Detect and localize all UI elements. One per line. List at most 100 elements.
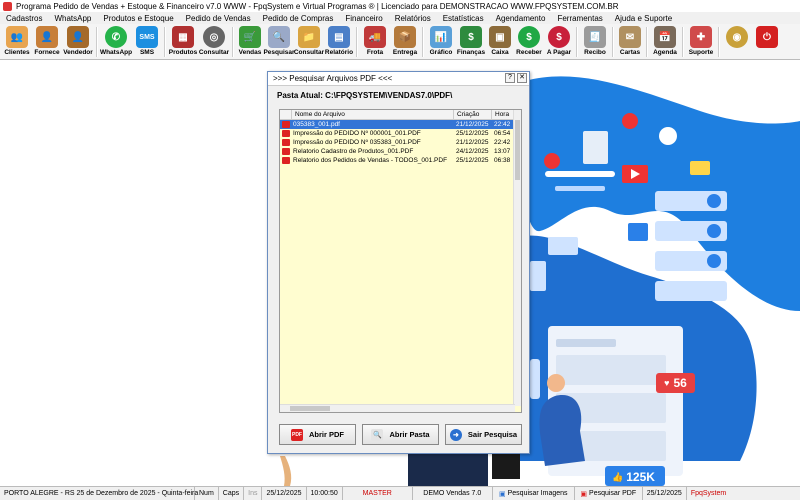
file-row[interactable]: Impressão do PEDIDO Nº 035383_001.PDF 21…: [280, 138, 521, 147]
menu-estatisticas[interactable]: Estatísticas: [437, 14, 490, 23]
toolbar-pesquisar-button[interactable]: 🔍 Pesquisar: [263, 24, 295, 60]
users-icon: 👥: [6, 26, 28, 48]
truck-icon: 🚚: [364, 26, 386, 48]
menu-agendamento[interactable]: Agendamento: [490, 14, 552, 23]
toolbar-agenda-button[interactable]: 📅 Agenda: [650, 24, 680, 60]
status-ins: Ins: [244, 487, 263, 500]
header-created[interactable]: Criação: [454, 110, 492, 119]
pdf-file-icon: [282, 139, 290, 146]
menu-ferramentas[interactable]: Ferramentas: [551, 14, 608, 23]
toolbar-relatorio-button[interactable]: ▤ Relatório: [324, 24, 354, 60]
file-row[interactable]: Relatorio Cadastro de Produtos_001.PDF 2…: [280, 147, 521, 156]
toolbar-separator: [164, 27, 166, 57]
toolbar-produtos-button[interactable]: ▦ Produtos: [168, 24, 198, 60]
toolbar-consultar2-button[interactable]: 📁 Consultar: [294, 24, 324, 60]
toolbar-financas-button[interactable]: $ Finanças: [456, 24, 486, 60]
close-button[interactable]: ✕: [517, 73, 527, 83]
calendar-icon: 📅: [654, 26, 676, 48]
toolbar-recibo-button[interactable]: 🧾 Recibo: [580, 24, 610, 60]
menu-ajuda-suporte[interactable]: Ajuda e Suporte: [609, 14, 678, 23]
toolbar-vendedor-button[interactable]: 👤 Vendedor: [62, 24, 94, 60]
status-search-images[interactable]: ▣ Pesquisar Imagens: [493, 487, 575, 500]
exit-search-button[interactable]: ➜ Sair Pesquisa: [445, 424, 522, 445]
header-icon-column: [280, 110, 292, 119]
status-date2: 25/12/2025: [643, 487, 687, 500]
whatsapp-icon: ✆: [105, 26, 127, 48]
status-time: 10:00:50: [307, 487, 343, 500]
sms-icon: SMS: [136, 26, 158, 48]
status-date: 25/12/2025: [262, 487, 307, 500]
help-button[interactable]: ?: [505, 73, 515, 83]
open-pdf-button[interactable]: PDF Abrir PDF: [279, 424, 356, 445]
menu-whatsapp[interactable]: WhatsApp: [48, 14, 97, 23]
delivery-icon: 📦: [394, 26, 416, 48]
menu-relatorios[interactable]: Relatórios: [389, 14, 437, 23]
open-folder-button[interactable]: 🔍 Abrir Pasta: [362, 424, 439, 445]
scroll-thumb[interactable]: [290, 406, 330, 411]
toolbar-grafico-button[interactable]: 📊 Gráfico: [426, 24, 456, 60]
toolbar-exit-button[interactable]: ⏻: [752, 24, 782, 60]
search-doc-icon: 🔍: [268, 26, 290, 48]
scroll-thumb[interactable]: [515, 120, 520, 180]
dialog-title-bar: >>> Pesquisar Arquivos PDF <<< ? ✕: [268, 72, 529, 86]
coins-icon: ◉: [726, 26, 748, 48]
toolbar-separator: [356, 27, 358, 57]
cash-register-icon: ▣: [489, 26, 511, 48]
toolbar-frota-button[interactable]: 🚚 Frota: [360, 24, 390, 60]
toolbar-separator: [576, 27, 578, 57]
pdf-file-icon: [282, 148, 290, 155]
status-caps: Caps: [219, 487, 245, 500]
pdf-search-dialog: >>> Pesquisar Arquivos PDF <<< ? ✕ Pasta…: [267, 71, 530, 454]
menu-pedido-compras[interactable]: Pedido de Compras: [257, 14, 340, 23]
toolbar-vendas-button[interactable]: 🛒 Vendas: [236, 24, 264, 60]
followers-badge: 👍 125K: [612, 470, 655, 484]
toolbar-entrega-button[interactable]: 📦 Entrega: [390, 24, 420, 60]
exit-arrow-icon: ➜: [449, 428, 462, 441]
menu-produtos-estoque[interactable]: Produtos e Estoque: [97, 14, 179, 23]
vertical-scrollbar[interactable]: [513, 110, 521, 406]
status-num: Num: [195, 487, 219, 500]
toolbar-coins-button[interactable]: ◉: [722, 24, 752, 60]
file-list[interactable]: Nome do Arquivo Criação Hora 035383_001.…: [279, 109, 522, 413]
app-title: Programa Pedido de Vendas + Estoque & Fi…: [16, 1, 619, 11]
chart-icon: 📊: [430, 26, 452, 48]
toolbar-suporte-button[interactable]: ✚ Suporte: [686, 24, 716, 60]
menu-financeiro[interactable]: Financeiro: [339, 14, 388, 23]
header-time[interactable]: Hora: [492, 110, 515, 119]
horizontal-scrollbar[interactable]: [280, 404, 515, 412]
toolbar-whatsapp-button[interactable]: ✆ WhatsApp: [100, 24, 132, 60]
status-search-pdf[interactable]: ▣ Pesquisar PDF: [575, 487, 643, 500]
supplier-icon: 👤: [36, 26, 58, 48]
toolbar-cartas-button[interactable]: ✉ Cartas: [616, 24, 644, 60]
thumbs-up-icon: 👍: [612, 471, 624, 482]
status-bar: PORTO ALEGRE - RS 25 de Dezembro de 2025…: [0, 486, 800, 500]
toolbar-clientes-button[interactable]: 👥 Clientes: [2, 24, 32, 60]
menu-cadastros[interactable]: Cadastros: [0, 14, 48, 23]
toolbar-receber-button[interactable]: $ Receber: [514, 24, 544, 60]
cart-icon: 🛒: [239, 26, 261, 48]
finance-icon: $: [460, 26, 482, 48]
app-icon: [3, 1, 12, 11]
salesman-icon: 👤: [67, 26, 89, 48]
pay-money-icon: $: [548, 26, 570, 48]
file-row[interactable]: 035383_001.pdf 21/12/2025 22:42: [280, 120, 521, 129]
image-icon: ▣: [498, 490, 506, 498]
toolbar-apagar-button[interactable]: $ A Pagar: [544, 24, 574, 60]
toolbar-separator: [96, 27, 98, 57]
status-user: MASTER: [343, 487, 413, 500]
support-icon: ✚: [690, 26, 712, 48]
file-row[interactable]: Relatorio dos Pedidos de Vendas - TODOS_…: [280, 156, 521, 165]
toolbar-caixa-button[interactable]: ▣ Caixa: [486, 24, 514, 60]
menu-pedido-vendas[interactable]: Pedido de Vendas: [180, 14, 257, 23]
pdf-icon: PDF: [290, 428, 303, 441]
receipt-icon: 🧾: [584, 26, 606, 48]
letters-icon: ✉: [619, 26, 641, 48]
file-row[interactable]: Impressão do PEDIDO Nº 000001_001.PDF 25…: [280, 129, 521, 138]
toolbar-sms-button[interactable]: SMS SMS: [132, 24, 162, 60]
toolbar-consultar-button[interactable]: ◎ Consultar: [198, 24, 230, 60]
toolbar-fornece-button[interactable]: 👤 Fornece: [32, 24, 62, 60]
pdf-icon: ▣: [580, 490, 588, 498]
header-name[interactable]: Nome do Arquivo: [292, 110, 454, 119]
toolbar-separator: [646, 27, 648, 57]
likes-badge: ♥ 56: [656, 373, 695, 393]
